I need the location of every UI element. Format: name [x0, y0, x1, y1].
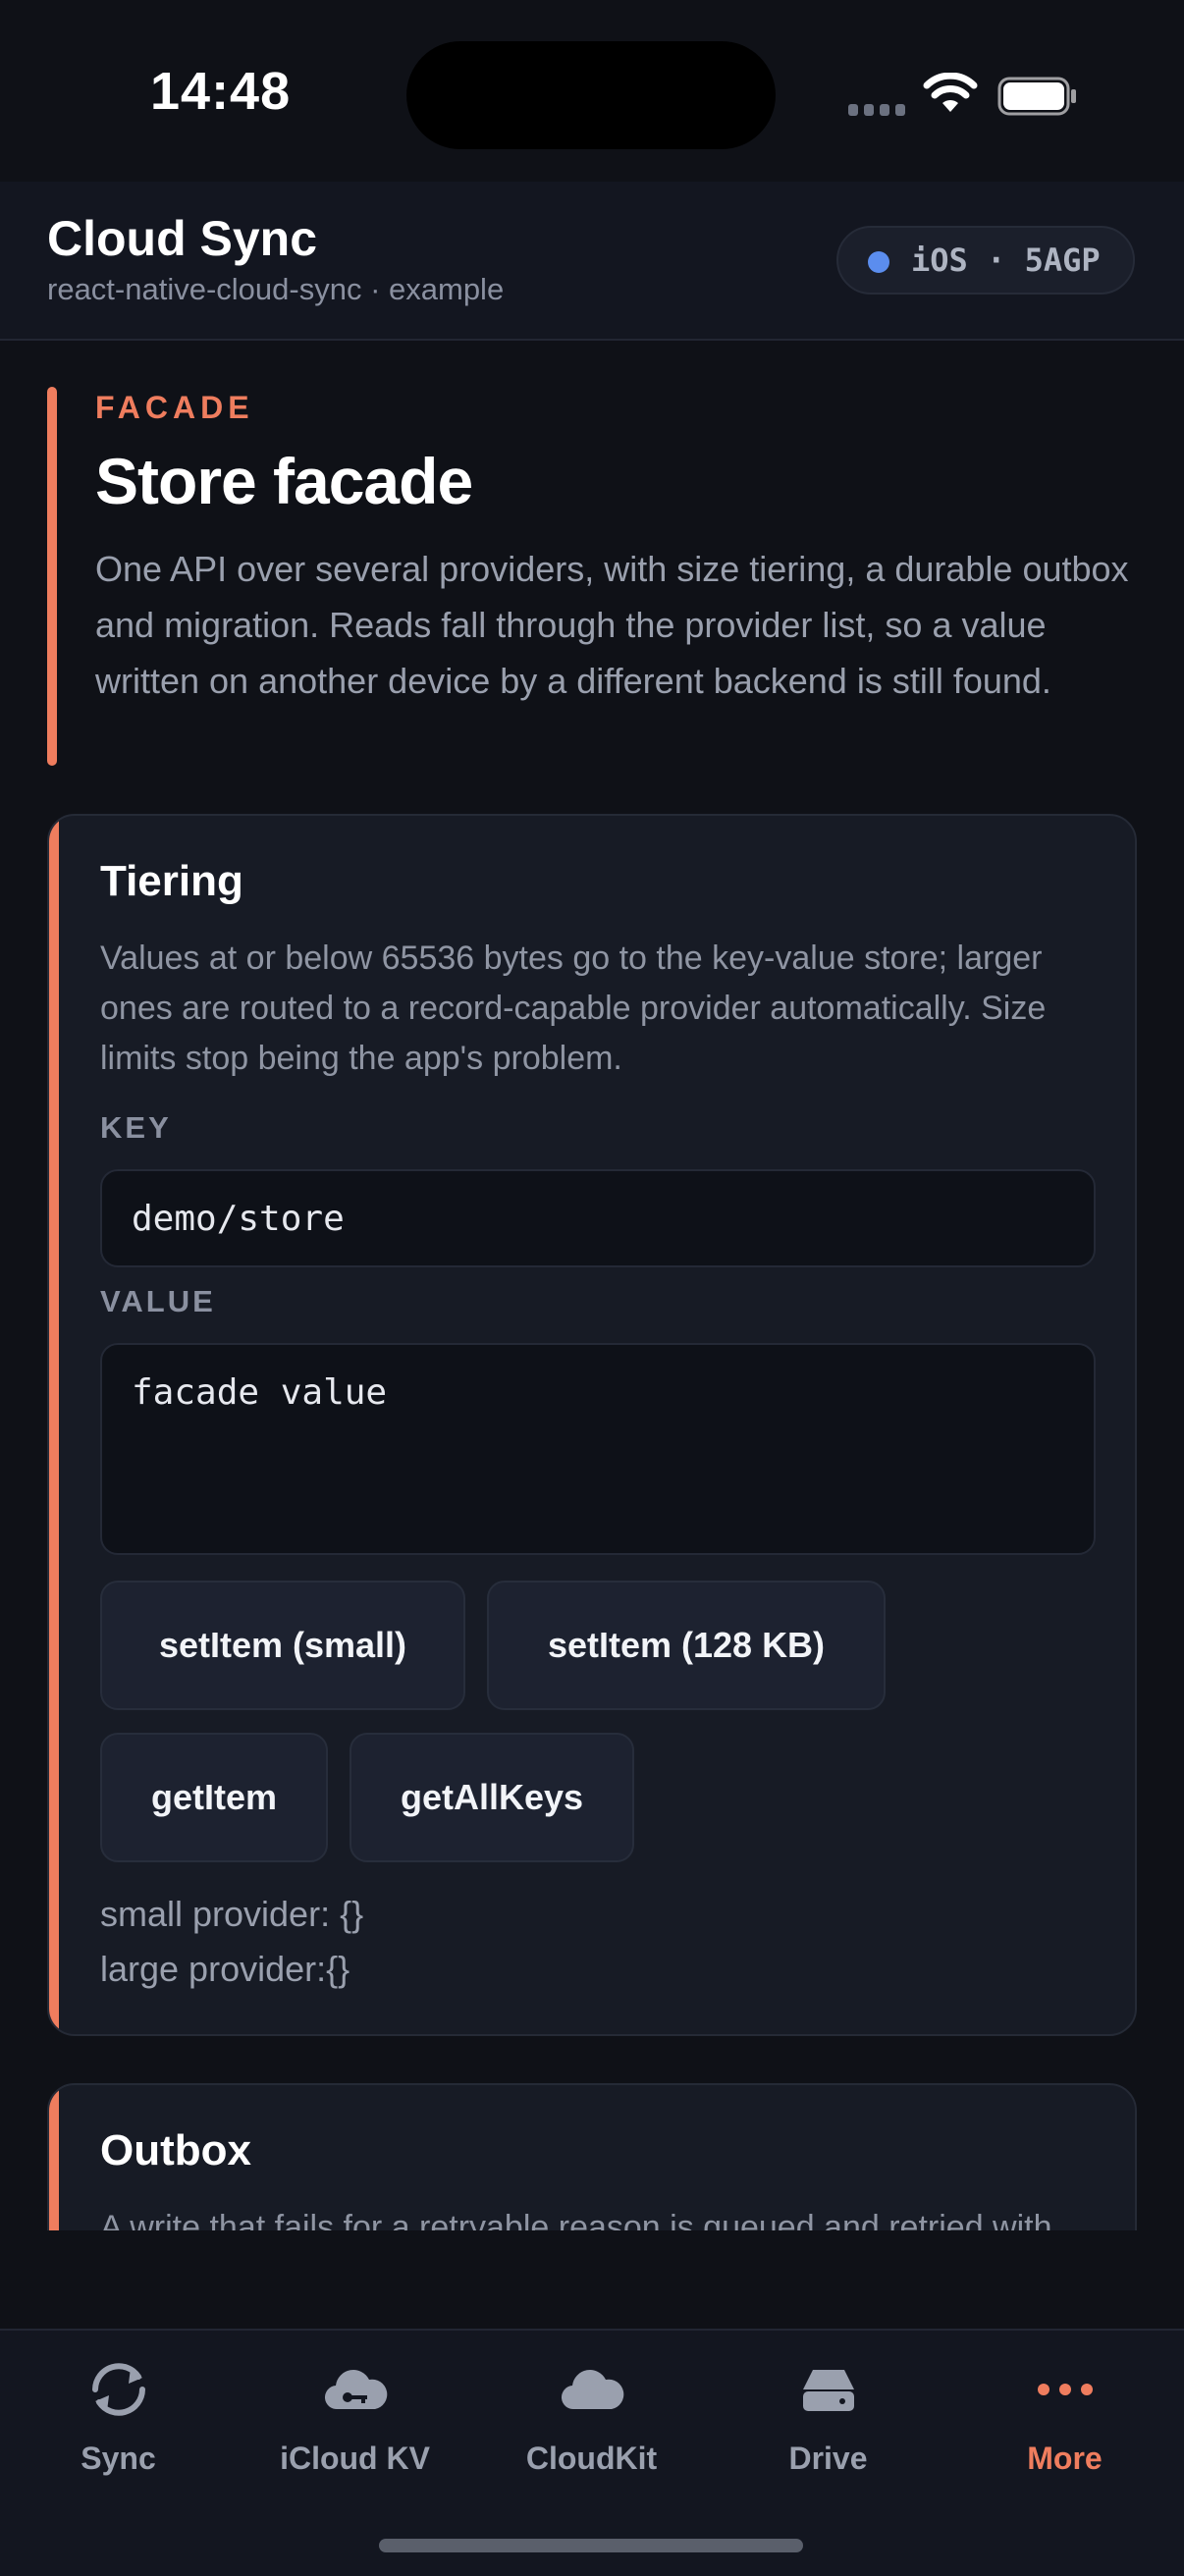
tab-drive[interactable]: Drive — [710, 2331, 946, 2497]
platform-badge-label: iOS · 5AGP — [911, 242, 1101, 279]
app-title: Cloud Sync — [47, 211, 318, 266]
tiering-card-title: Tiering — [100, 857, 243, 905]
set-item-large-button[interactable]: setItem (128 KB) — [487, 1581, 886, 1710]
key-input-value: demo/store — [132, 1199, 345, 1239]
app-subtitle: react-native-cloud-sync · example — [47, 272, 505, 306]
tab-sync[interactable]: Sync — [0, 2331, 237, 2497]
tab-label: Drive — [788, 2441, 868, 2476]
large-provider-result: large provider:{} — [100, 1949, 350, 1989]
tab-label: Sync — [81, 2441, 156, 2476]
battery-icon — [997, 77, 1076, 116]
get-all-keys-button[interactable]: getAllKeys — [350, 1733, 634, 1862]
cellular-signal-icon — [848, 104, 907, 116]
value-input-value: facade value — [132, 1372, 388, 1413]
home-indicator[interactable] — [379, 2539, 803, 2552]
tab-icloud-kv[interactable]: iCloud KV — [237, 2331, 473, 2497]
scroll-content[interactable]: FACADE Store facade One API over several… — [0, 341, 1184, 2230]
section-eyebrow: FACADE — [95, 390, 254, 425]
value-label: VALUE — [100, 1284, 216, 1318]
card-accent-bar — [49, 816, 59, 2034]
outbox-card: Outbox A write that fails for a retryabl… — [47, 2083, 1137, 2230]
small-provider-result: small provider: {} — [100, 1894, 364, 1934]
cloud-icon — [561, 2370, 623, 2410]
page-description: One API over several providers, with siz… — [95, 549, 1129, 701]
tiering-card: Tiering Values at or below 65536 bytes g… — [47, 814, 1137, 2036]
outbox-card-description: A write that fails for a retryable reaso… — [100, 2209, 1052, 2230]
tab-more[interactable]: More — [946, 2331, 1183, 2497]
tab-label: CloudKit — [525, 2441, 658, 2476]
value-input[interactable]: facade value — [100, 1343, 1096, 1555]
cloud-key-icon — [324, 2370, 387, 2410]
key-input[interactable]: demo/store — [100, 1169, 1096, 1267]
platform-status-dot — [868, 251, 889, 273]
key-label: KEY — [100, 1110, 172, 1145]
tab-label: More — [1027, 2441, 1103, 2476]
card-accent-bar — [49, 2085, 59, 2230]
drive-icon — [802, 2370, 854, 2411]
hero-accent-bar — [47, 387, 57, 766]
set-item-small-button[interactable]: setItem (small) — [100, 1581, 465, 1710]
get-item-button[interactable]: getItem — [100, 1733, 328, 1862]
status-bar: 14:48 — [0, 0, 1184, 182]
dynamic-island — [406, 41, 776, 149]
more-dots-icon — [1037, 2384, 1093, 2395]
tiering-card-description: Values at or below 65536 bytes go to the… — [100, 939, 1047, 1077]
page-title: Store facade — [95, 445, 473, 517]
outbox-card-title: Outbox — [100, 2126, 251, 2174]
wifi-icon — [923, 73, 978, 112]
tab-label: iCloud KV — [280, 2441, 430, 2476]
status-time: 14:48 — [150, 62, 292, 121]
tab-cloudkit[interactable]: CloudKit — [473, 2331, 710, 2497]
sync-icon — [91, 2363, 145, 2416]
platform-badge: iOS · 5AGP — [836, 226, 1135, 295]
